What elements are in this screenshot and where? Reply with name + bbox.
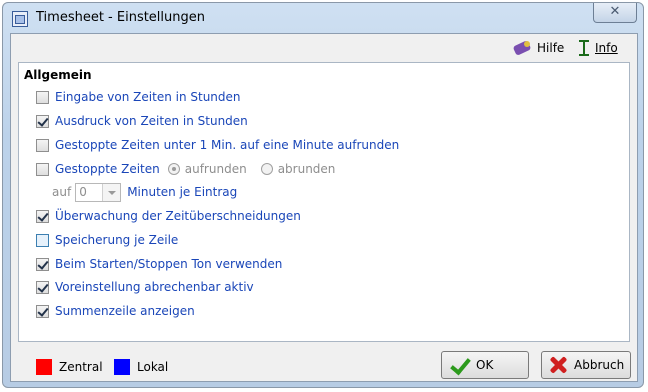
local-color-swatch: [114, 359, 130, 375]
close-button[interactable]: ✕: [593, 3, 637, 23]
help-book-icon: [513, 40, 533, 56]
checkbox[interactable]: [36, 114, 49, 128]
checkbox[interactable]: [36, 162, 49, 176]
central-label: Zentral: [59, 360, 103, 374]
option-hours-print[interactable]: Ausdruck von Zeiten in Stunden: [36, 113, 248, 129]
option-sound[interactable]: Beim Starten/Stoppen Ton verwenden: [36, 256, 282, 272]
info-label: Info: [595, 41, 618, 55]
checkbox[interactable]: [36, 209, 49, 223]
checkbox[interactable]: [36, 257, 49, 271]
checkbox[interactable]: [36, 90, 49, 104]
window-title: Timesheet - Einstellungen: [36, 10, 205, 25]
info-cursor-icon: [579, 39, 589, 57]
round-down-radio[interactable]: [260, 163, 273, 175]
entry-prefix: auf: [52, 185, 72, 199]
settings-dialog: Timesheet - Einstellungen ✕ Hilfe Info A…: [2, 2, 644, 388]
round-up-radio[interactable]: [167, 163, 180, 175]
option-label: Ausdruck von Zeiten in Stunden: [55, 114, 248, 128]
dropdown-arrow-icon[interactable]: [102, 183, 121, 201]
dialog-body: Hilfe Info Allgemein Eingabe von Zeiten …: [10, 33, 638, 382]
ok-button[interactable]: OK: [441, 351, 529, 379]
option-sum-row[interactable]: Summenzeile anzeigen: [36, 303, 195, 319]
cancel-button[interactable]: Abbruch: [541, 351, 631, 379]
local-label: Lokal: [137, 360, 169, 374]
round-down-label: abrunden: [277, 162, 336, 176]
checkbox[interactable]: [36, 304, 49, 318]
option-hours-input[interactable]: Eingabe von Zeiten in Stunden: [36, 89, 241, 105]
legend-local: Lokal: [114, 359, 168, 375]
round-up-label: aufrunden: [184, 162, 247, 176]
checkbox[interactable]: [36, 233, 49, 247]
minutes-value: 0: [79, 185, 87, 199]
option-overlap-check[interactable]: Überwachung der Zeitüberschneidungen: [36, 208, 301, 224]
section-title: Allgemein: [24, 68, 92, 82]
cancel-x-icon: [548, 355, 568, 375]
checkmark-icon: [450, 356, 468, 374]
entry-suffix: Minuten je Eintrag: [127, 185, 238, 199]
info-button[interactable]: Info: [579, 38, 618, 58]
option-label: Gestoppte Zeiten unter 1 Min. auf eine M…: [55, 138, 400, 152]
ok-label: OK: [476, 358, 494, 372]
option-label: Beim Starten/Stoppen Ton verwenden: [55, 257, 283, 271]
cancel-label: Abbruch: [574, 358, 625, 372]
option-label: Überwachung der Zeitüberschneidungen: [55, 209, 301, 223]
checkbox[interactable]: [36, 138, 49, 152]
checkbox[interactable]: [36, 280, 49, 294]
app-icon: [12, 11, 28, 27]
option-label: Speicherung je Zeile: [55, 233, 179, 247]
option-billable-default[interactable]: Voreinstellung abrechenbar aktiv: [36, 279, 254, 295]
option-label: Summenzeile anzeigen: [55, 304, 195, 318]
option-label: Eingabe von Zeiten in Stunden: [55, 90, 241, 104]
option-round-minute[interactable]: Gestoppte Zeiten unter 1 Min. auf eine M…: [36, 137, 399, 153]
legend-central: Zentral: [36, 359, 103, 375]
general-settings-panel: Allgemein Eingabe von Zeiten in Stunden …: [18, 62, 630, 342]
minutes-spinner[interactable]: 0: [75, 182, 122, 202]
option-label: Gestoppte Zeiten: [55, 162, 160, 176]
option-save-per-row[interactable]: Speicherung je Zeile: [36, 232, 178, 248]
help-button[interactable]: Hilfe: [513, 38, 564, 58]
help-label: Hilfe: [537, 41, 565, 55]
option-label: Voreinstellung abrechenbar aktiv: [55, 280, 254, 294]
minutes-per-entry-row: auf 0 Minuten je Eintrag: [52, 182, 238, 202]
option-stopped-times[interactable]: Gestoppte Zeiten aufrunden abrunden: [36, 161, 335, 177]
toolbar: Hilfe Info: [11, 34, 637, 62]
title-bar: Timesheet - Einstellungen ✕: [3, 3, 643, 33]
central-color-swatch: [36, 359, 52, 375]
